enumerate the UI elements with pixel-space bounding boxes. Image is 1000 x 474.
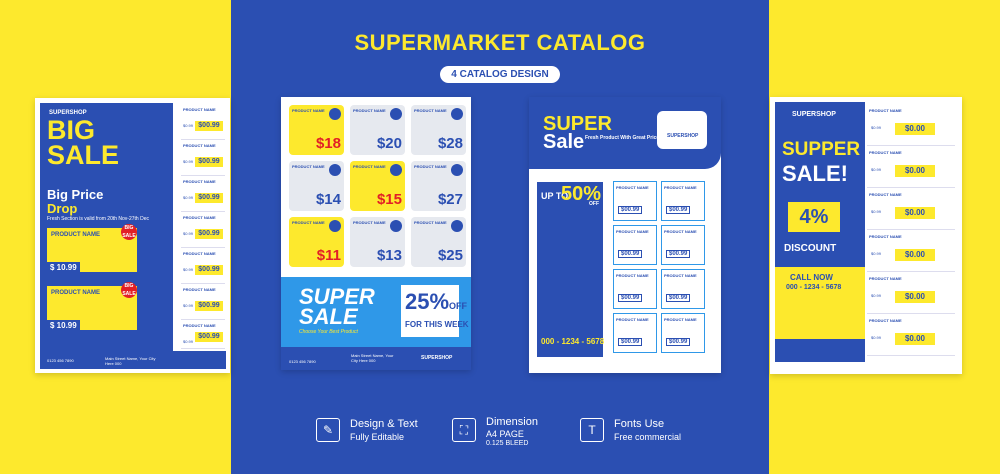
- flyer1-price-1: $ 10.99: [47, 262, 80, 273]
- flyer1-phone: 0123 456 7890: [47, 358, 74, 363]
- flyer2-product-cell: PRODUCT NAME $13: [350, 217, 405, 267]
- flyer4-percent: 4%: [788, 202, 840, 232]
- flyer1-big: BIG SALE: [47, 115, 120, 170]
- feature-dimension-sub2: 0.125 BLEED: [486, 440, 529, 447]
- flyer1-address: Main Street Name, Your City Here 000: [105, 356, 156, 366]
- flyer2-product-cell: PRODUCT NAME $28: [411, 105, 466, 155]
- flyer4-shop: SUPERSHOP: [792, 111, 836, 118]
- flyer2-tagline: Choose Your Best Product: [299, 329, 358, 335]
- flyer4-row: PRODUCT NAME $0.99 $0.00: [867, 147, 955, 188]
- flyer2-phone: 0123 456 7890: [289, 359, 316, 364]
- flyer3-left-column: [537, 182, 603, 357]
- flyer3-shop: SUPERSHOP: [667, 133, 699, 139]
- flyer3-phone: 000 - 1234 - 5678: [541, 337, 605, 346]
- flyer2-product-cell: PRODUCT NAME $11: [289, 217, 344, 267]
- flyer1-row: PRODUCT NAME $0.99 $00.99: [181, 176, 225, 212]
- flyer2-week: FOR THIS WEEK: [405, 320, 469, 329]
- flyer4-sale: SALE!: [782, 161, 848, 186]
- flyer3-product-box: PRODUCT NAME $00.99: [613, 181, 657, 221]
- discount-badge: [451, 164, 463, 176]
- flyer3-product-box: PRODUCT NAME $00.99: [613, 269, 657, 309]
- flyer4-supper: SUPPER: [782, 139, 861, 160]
- discount-badge: [451, 108, 463, 120]
- catalog-count-badge: 4 CATALOG DESIGN: [440, 66, 560, 83]
- flyer1-big-sale-badge-1: BIG SALE: [121, 224, 137, 240]
- flyer4-row: PRODUCT NAME $0.99 $0.00: [867, 105, 955, 146]
- flyer2-product-cell: PRODUCT NAME $15: [350, 161, 405, 211]
- flyer1-row: PRODUCT NAME $0.99 $00.99: [181, 140, 225, 176]
- flyer1-product-name-1: PRODUCT NAME: [51, 232, 100, 238]
- feature-design-title: Design & Text: [350, 418, 418, 430]
- flyer1-row: PRODUCT NAME $0.99 $00.99: [181, 104, 225, 140]
- flyer3-off: OFF: [589, 201, 599, 207]
- flyer2-address: Main Street Name, Your City Here 000: [351, 353, 394, 363]
- flyer3-product-box: PRODUCT NAME $00.99: [613, 313, 657, 353]
- flyer3-shop-box: [657, 111, 707, 149]
- discount-badge: [329, 220, 341, 232]
- flyer1-headline: Big Price Drop: [47, 187, 104, 216]
- flyer3-product-box: PRODUCT NAME $00.99: [661, 313, 705, 353]
- page-title: SUPERMARKET CATALOG: [354, 30, 646, 55]
- flyer4-row: PRODUCT NAME $0.99 $0.00: [867, 315, 955, 356]
- flyer1-row: PRODUCT NAME $0.99 $00.99: [181, 284, 225, 320]
- feature-fonts-sub: Free commercial: [614, 432, 682, 442]
- feature-dimension-title: Dimension: [486, 416, 538, 428]
- flyer-supper-sale: SUPERSHOP SUPPER SALE! 4% DISCOUNT CALL …: [770, 97, 962, 374]
- flyer2-product-cell: PRODUCT NAME $20: [350, 105, 405, 155]
- flyer3-product-box: PRODUCT NAME $00.99: [661, 181, 705, 221]
- flyer1-row: PRODUCT NAME $0.99 $00.99: [181, 212, 225, 248]
- discount-badge: [390, 108, 402, 120]
- flyer3-sub: Fresh Product With Great Price: [585, 135, 660, 141]
- flyer3-product-box: PRODUCT NAME $00.99: [661, 225, 705, 265]
- flyer2-product-cell: PRODUCT NAME $18: [289, 105, 344, 155]
- flyer-big-sale: SUPERSHOP BIG SALE Big Price Drop Fresh Se…: [35, 98, 230, 373]
- dimension-icon: ⛶: [452, 418, 476, 442]
- discount-badge: [329, 164, 341, 176]
- flyer1-row: PRODUCT NAME $0.99 $00.99: [181, 320, 225, 349]
- flyer4-row: PRODUCT NAME $0.99 $0.00: [867, 189, 955, 230]
- flyer3-product-box: PRODUCT NAME $00.99: [613, 225, 657, 265]
- flyer4-discount: DISCOUNT: [784, 243, 837, 254]
- discount-badge: [451, 220, 463, 232]
- feature-design-sub: Fully Editable: [350, 432, 405, 442]
- flyer-super-sale-grid: PRODUCT NAME $18 PRODUCT NAME $20 PRODUCT NA…: [281, 97, 471, 370]
- discount-badge: [390, 220, 402, 232]
- flyer1-price-2: $ 10.99: [47, 320, 80, 331]
- flyer2-offer-value: 25%OFF: [405, 289, 468, 314]
- flyer1-big-sale-badge-2: BIG SALE: [121, 282, 137, 298]
- flyer1-row: PRODUCT NAME $0.99 $00.99: [181, 248, 225, 284]
- discount-badge: [390, 164, 402, 176]
- flyer1-product-name-2: PRODUCT NAME: [51, 290, 100, 296]
- flyer2-super-sale: SUPER SALE: [299, 284, 375, 329]
- flyer4-row: PRODUCT NAME $0.99 $0.00: [867, 231, 955, 272]
- flyer3-product-box: PRODUCT NAME $00.99: [661, 269, 705, 309]
- flyer-super-sale-fresh: SUPER Sale Fresh Product With Great Price…: [529, 97, 721, 373]
- discount-badge: [329, 108, 341, 120]
- flyer2-product-cell: PRODUCT NAME $14: [289, 161, 344, 211]
- flyer1-small: Fresh Section is valid from 20th Nov-27t…: [47, 216, 149, 222]
- flyer3-super-sale: SUPER Sale: [543, 113, 612, 153]
- flyer4-number: 000 - 1234 - 5678: [786, 284, 842, 291]
- flyer2-product-cell: PRODUCT NAME $27: [411, 161, 466, 211]
- font-icon: T: [580, 418, 604, 442]
- design-icon: ✎: [316, 418, 340, 442]
- feature-dimension-sub: A4 PAGE: [486, 429, 524, 439]
- flyer2-shop: SUPERSHOP: [421, 355, 453, 361]
- flyer4-call: CALL NOW: [790, 273, 833, 282]
- flyer2-product-cell: PRODUCT NAME $25: [411, 217, 466, 267]
- flyer4-row: PRODUCT NAME $0.99 $0.00: [867, 273, 955, 314]
- feature-fonts-title: Fonts Use: [614, 418, 665, 430]
